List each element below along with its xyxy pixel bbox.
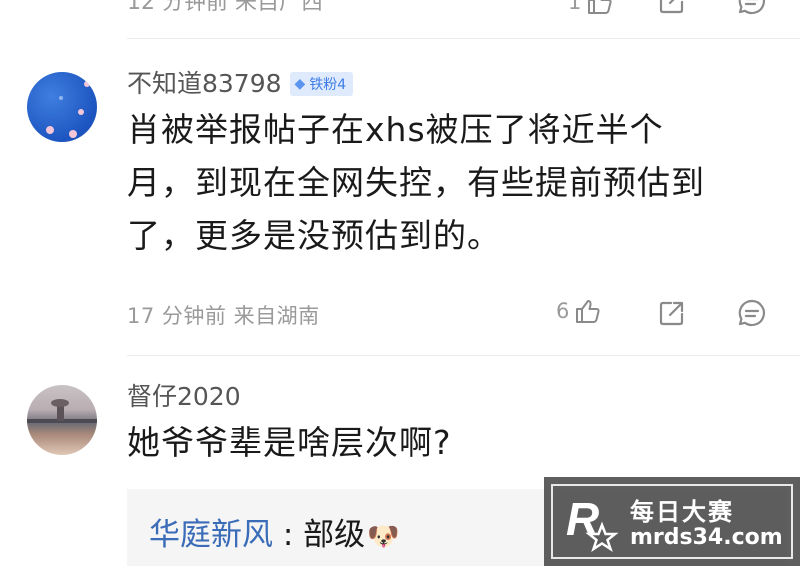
like-button[interactable]: 6	[556, 297, 601, 325]
reply-separator: :	[273, 517, 304, 553]
comment-text: 她爷爷辈是啥层次啊?	[127, 423, 452, 462]
thumbs-up-icon	[573, 297, 601, 325]
previous-like-button[interactable]: 1	[568, 0, 613, 16]
watermark: R 每日大赛 mrds34.com	[544, 477, 800, 566]
watermark-title: 每日大赛	[630, 498, 734, 526]
comment-icon	[738, 299, 765, 327]
share-icon	[659, 0, 684, 14]
username[interactable]: 督仔2020	[127, 377, 241, 413]
username[interactable]: 不知道83798	[127, 69, 282, 98]
divider	[127, 355, 800, 356]
previous-comment-meta: 12 分钟前 来自广西	[127, 0, 323, 15]
comment-text-line: 肖被举报帖子在xhs被压了将近半个	[127, 110, 664, 149]
comment-text-line: 月，到现在全网失控，有些提前预估到	[127, 163, 705, 202]
reply-author[interactable]: 华庭新风	[149, 517, 273, 553]
share-icon	[659, 301, 684, 326]
reply-text: 部级	[303, 517, 366, 553]
comment-header: 不知道83798 ◆ 铁粉4	[127, 64, 354, 100]
like-count: 6	[556, 299, 570, 323]
watermark-logo: R	[566, 493, 619, 552]
share-button[interactable]	[657, 298, 687, 328]
previous-like-count: 1	[568, 0, 582, 14]
comment-icon	[738, 0, 765, 15]
thumbs-up-icon	[585, 0, 613, 16]
fan-badge: ◆ 铁粉4	[289, 72, 354, 96]
watermark-url: mrds34.com	[630, 525, 783, 550]
avatar[interactable]	[27, 72, 97, 142]
previous-share-button[interactable]	[657, 0, 687, 16]
reply-line: 华庭新风 : 部级🐶	[149, 509, 400, 554]
avatar[interactable]	[27, 385, 97, 455]
previous-comment-button[interactable]	[737, 0, 767, 16]
comment-text-line: 了，更多是没预估到的。	[127, 216, 501, 255]
comment-button[interactable]	[737, 298, 767, 328]
comment-meta: 17 分钟前 来自湖南	[127, 304, 320, 328]
divider	[127, 38, 800, 39]
comment-text: 肖被举报帖子在xhs被压了将近半个 月，到现在全网失控，有些提前预估到 了，更多…	[127, 103, 787, 262]
badge-label: 铁粉4	[309, 77, 347, 93]
diamond-icon: ◆	[294, 76, 306, 92]
doge-emoji-icon: 🐶	[367, 522, 400, 552]
